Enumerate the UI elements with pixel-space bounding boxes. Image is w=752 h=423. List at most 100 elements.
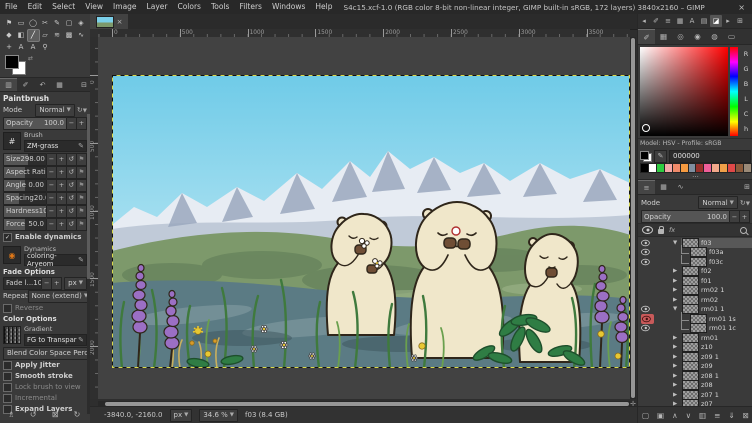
fade-unit-dropdown[interactable]: px▼ xyxy=(64,277,87,290)
expander-icon[interactable]: ▶ xyxy=(673,297,681,303)
channel-button-C[interactable]: C xyxy=(740,106,752,121)
menu-file[interactable]: File xyxy=(0,0,23,14)
link-button[interactable]: ⚑ xyxy=(77,179,87,192)
layer-thumbnail[interactable] xyxy=(682,352,699,362)
menu-image[interactable]: Image xyxy=(108,0,142,14)
layer-opacity-slider[interactable]: Opacity 100.0 xyxy=(641,210,730,223)
layer-thumbnail[interactable] xyxy=(690,323,707,333)
menu-colors[interactable]: Colors xyxy=(172,0,206,14)
smudge-tool-icon[interactable]: ∿ xyxy=(76,30,87,41)
layer-opacity-increase-button[interactable]: + xyxy=(740,210,750,223)
gradient-tool-icon[interactable]: ◧ xyxy=(16,30,27,41)
legacy-modes-icon[interactable]: ↻▼ xyxy=(77,106,87,114)
link-button[interactable]: ⚑ xyxy=(77,153,87,166)
clone-tool-icon[interactable]: ▩ xyxy=(64,30,75,41)
channel-button-L[interactable]: L xyxy=(740,91,752,106)
layer-row-f03c[interactable]: f03c xyxy=(638,257,752,267)
foreground-color-swatch[interactable] xyxy=(5,55,19,69)
smooth-stroke-checkbox[interactable] xyxy=(3,372,12,381)
patterns-tab[interactable]: ▦ xyxy=(674,15,686,27)
hex-color-field[interactable]: 000000 xyxy=(669,150,751,163)
increase-button[interactable]: + xyxy=(57,179,67,192)
gradient-thumbnail[interactable] xyxy=(3,326,21,344)
canvas-viewport[interactable] xyxy=(98,37,630,399)
expander-icon[interactable]: ▶ xyxy=(673,373,681,379)
move-tool-icon[interactable]: ⚑ xyxy=(4,18,15,29)
legacy-modes-icon[interactable]: ↻▼ xyxy=(740,199,750,207)
brush-name-field[interactable]: ZM-grass ✎ xyxy=(24,140,87,152)
incremental-checkbox[interactable] xyxy=(3,394,12,403)
opacity-decrease-button[interactable]: − xyxy=(67,117,77,130)
reset-tool-options-icon[interactable]: ↻ xyxy=(74,410,81,419)
free-select-icon[interactable]: ◯ xyxy=(28,18,39,29)
transform-tool-icon[interactable]: ◈ xyxy=(76,18,87,29)
text-tool-icon[interactable]: A xyxy=(16,42,27,53)
checkbox-row-lock-brush-to-view[interactable]: Lock brush to view xyxy=(3,382,87,392)
layer-row-f01[interactable]: ▶f01 xyxy=(638,276,752,286)
crop-tool-icon[interactable]: ▢ xyxy=(64,18,75,29)
paintbrush-tool-icon[interactable]: ╱ xyxy=(28,30,39,41)
color-ring-tab[interactable]: ◉ xyxy=(689,29,706,44)
expander-icon[interactable]: ▶ xyxy=(673,392,681,398)
repeat-dropdown[interactable]: None (extend)▼ xyxy=(28,290,92,303)
layer-row-z10[interactable]: ▶z10 xyxy=(638,343,752,353)
channel-button-h[interactable]: h xyxy=(740,121,752,136)
menu-view[interactable]: View xyxy=(80,0,108,14)
brush-thumbnail[interactable]: # xyxy=(3,132,21,150)
decrease-button[interactable]: − xyxy=(47,218,57,231)
expander-icon[interactable]: ▶ xyxy=(673,287,681,293)
dynamics-name-field[interactable]: coloring-Aryeom ✎ xyxy=(24,254,87,266)
opacity-increase-button[interactable]: + xyxy=(77,117,87,130)
delete-tool-preset-icon[interactable]: ⊠ xyxy=(52,410,59,419)
layer-row-z07-1[interactable]: ▶z07 1 xyxy=(638,390,752,400)
layer-visibility-toggle[interactable] xyxy=(641,314,653,324)
color-drop-tab[interactable]: ◍ xyxy=(706,29,723,44)
search-icon[interactable] xyxy=(740,227,747,234)
configure-tab[interactable]: ⊞ xyxy=(741,180,752,194)
bucket-fill-icon[interactable]: ◆ xyxy=(4,30,15,41)
layer-row-rm01-1s[interactable]: rm01 1s xyxy=(638,314,752,324)
spacing-slider[interactable]: Spacing20.0 xyxy=(3,192,47,205)
dynamics-thumbnail[interactable]: ◉ xyxy=(3,246,21,264)
layer-visibility-toggle[interactable] xyxy=(641,258,653,266)
layer-thumbnail[interactable] xyxy=(682,390,699,400)
reset-button[interactable]: ↺ xyxy=(67,179,77,192)
prev-dockable-icon[interactable]: ◂ xyxy=(638,15,650,27)
increase-button[interactable]: + xyxy=(57,166,67,179)
decrease-button[interactable]: − xyxy=(47,205,57,218)
undo-history-tab[interactable]: ↶ xyxy=(34,78,51,91)
menu-help[interactable]: Help xyxy=(310,0,337,14)
layer-thumbnail[interactable] xyxy=(690,247,707,257)
layer-visibility-toggle[interactable] xyxy=(641,239,653,247)
layer-thumbnail[interactable] xyxy=(682,333,699,343)
zoom-dropdown[interactable]: 34.6 %▼ xyxy=(199,409,238,422)
aspect-ratio-slider[interactable]: Aspect Ratio0.00 xyxy=(3,166,47,179)
swap-colors-icon[interactable]: ⇄ xyxy=(28,55,33,62)
link-button[interactable]: ⚑ xyxy=(77,218,87,231)
zoom-tool-icon[interactable]: ⚲ xyxy=(40,42,51,53)
layer-thumbnail[interactable] xyxy=(682,399,699,406)
expander-icon[interactable]: ▼ xyxy=(673,240,681,246)
color-cursor[interactable] xyxy=(642,124,650,132)
vertical-scrollbar[interactable] xyxy=(630,37,636,399)
image-tab[interactable]: × xyxy=(90,14,128,29)
reset-button[interactable]: ↺ xyxy=(67,205,77,218)
mini-fg-bg-swatch[interactable] xyxy=(640,151,652,162)
layer-thumbnail[interactable] xyxy=(682,295,699,305)
expander-icon[interactable]: ▶ xyxy=(673,382,681,388)
channels-tab[interactable]: ▦ xyxy=(655,180,672,194)
link-button[interactable]: ⚑ xyxy=(77,205,87,218)
layer-thumbnail[interactable] xyxy=(682,361,699,371)
reverse-row[interactable]: Reverse xyxy=(3,303,87,313)
force-slider[interactable]: Force50.0 xyxy=(3,218,47,231)
layer-row-z08[interactable]: ▶z08 xyxy=(638,381,752,391)
color-grid-tab[interactable]: ▦ xyxy=(655,29,672,44)
reset-button[interactable]: ↺ xyxy=(67,153,77,166)
decrease-button[interactable]: − xyxy=(47,192,57,205)
fonts-tab[interactable]: A xyxy=(686,15,698,27)
layer-row-rm01-1c[interactable]: rm01 1c xyxy=(638,324,752,334)
saturation-value-square[interactable] xyxy=(640,47,728,136)
anchor-layer-icon[interactable]: ⇓ xyxy=(728,411,734,420)
layer-visibility-toggle[interactable] xyxy=(641,248,653,256)
layer-thumbnail[interactable] xyxy=(682,371,699,381)
